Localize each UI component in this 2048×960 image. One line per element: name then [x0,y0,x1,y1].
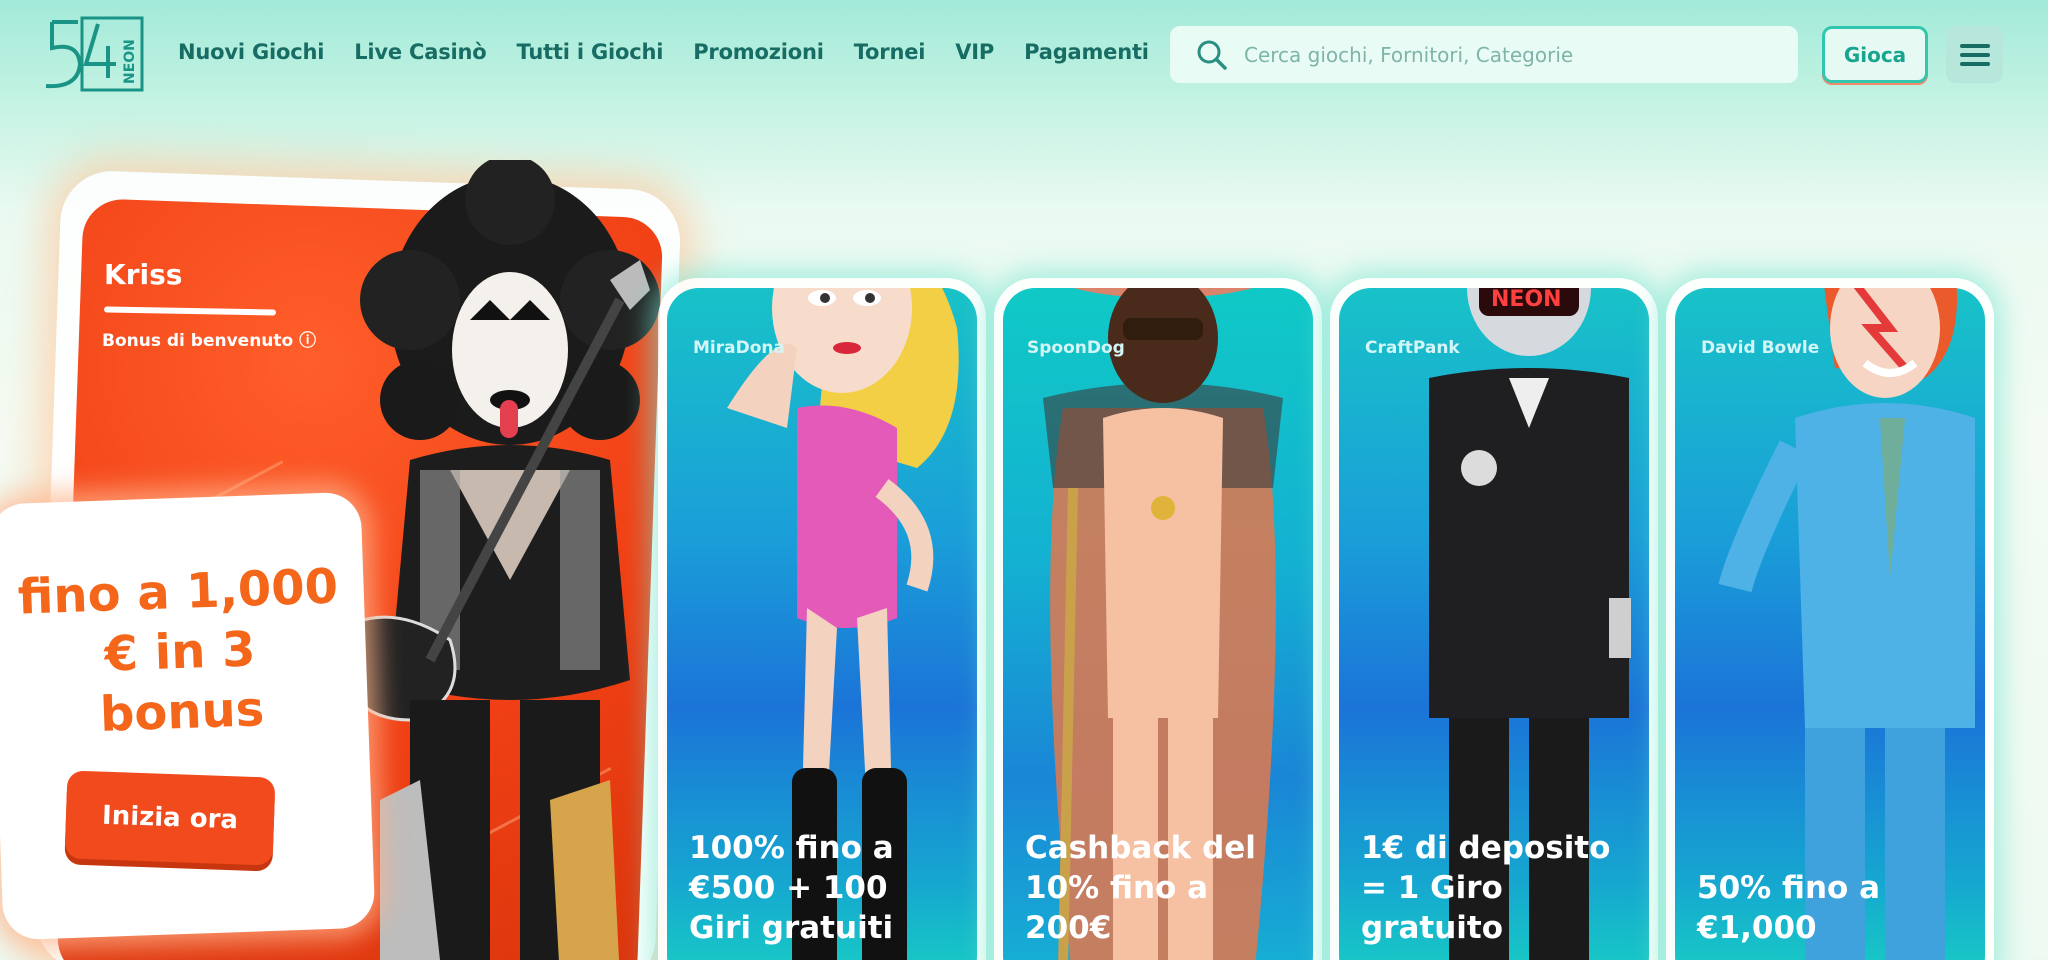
promo-offer-line: gratuito [1361,910,1504,946]
promo-card-spoondog[interactable]: SpoonDog Cashback del 10% fino a 200€ [1003,288,1313,960]
promo-card-offer: 50% fino a €1,000 [1697,868,1985,948]
promo-offer-line: 1€ di deposito [1361,830,1611,866]
site-header: NEON Nuovi Giochi Live Casinò Tutti i Gi… [0,0,2048,108]
promo-offer-line: 200€ [1025,910,1112,946]
welcome-offer-text: fino a 1,000 € in 3 bonus [7,556,353,748]
promo-card-name: David Bowle [1701,338,1820,358]
nav-live-casino[interactable]: Live Casinò [354,40,486,64]
glam-rock-character-illustration [1718,288,1975,960]
promo-offer-line: 50% fino a [1697,870,1881,906]
promo-card-name: CraftPank [1365,338,1460,358]
search-input[interactable] [1244,42,1784,67]
hamburger-icon [1959,43,1990,66]
nav-all-games[interactable]: Tutti i Giochi [517,40,664,64]
promo-offer-line: €500 + 100 [689,870,888,906]
promo-offer-line: = 1 Giro [1361,870,1503,906]
svg-text:NEON: NEON [1491,288,1562,312]
promo-offer-line: Giri gratuiti [689,910,894,946]
welcome-offer-line: fino a 1,000 [16,558,339,626]
play-button[interactable]: Gioca [1822,26,1928,83]
promo-offer-line: 10% fino a [1025,870,1209,906]
nav-tournaments[interactable]: Tornei [854,40,926,64]
promo-card-name: MiraDona [693,338,785,358]
promo-card-offer: Cashback del 10% fino a 200€ [1025,828,1313,948]
menu-button[interactable] [1946,26,2003,83]
promo-card-craftpank[interactable]: NEON CraftPank 1€ di deposito = 1 Giro g… [1339,288,1649,960]
promo-offer-line: €1,000 [1697,910,1817,946]
promo-card-miradona[interactable]: MiraDona 100% fino a €500 + 100 Giri gra… [667,288,977,960]
promo-card-name: SpoonDog [1027,338,1125,358]
promo-card-offer: 100% fino a €500 + 100 Giri gratuiti [689,828,977,948]
nav-payments[interactable]: Pagamenti [1024,40,1149,64]
main-nav: Nuovi Giochi Live Casinò Tutti i Giochi … [178,40,1149,64]
welcome-offer-line: bonus [99,681,266,743]
start-now-button[interactable]: Inizia ora [64,770,276,866]
promo-offer-line: Cashback del [1025,830,1256,866]
search-icon [1197,40,1227,70]
nav-vip[interactable]: VIP [955,40,994,64]
search-bar[interactable] [1170,26,1798,83]
nav-promotions[interactable]: Promozioni [693,40,824,64]
welcome-bonus-label[interactable]: Bonus di benvenuto ⓘ [102,326,316,351]
promo-offer-line: 100% fino a [689,830,894,866]
promo-card-offer: 1€ di deposito = 1 Giro gratuito [1361,828,1649,948]
nav-new-games[interactable]: Nuovi Giochi [178,40,324,64]
hero-character-name: Kriss [104,258,183,291]
site-logo[interactable]: NEON [38,16,144,92]
promo-card-david-bowle[interactable]: David Bowle 50% fino a €1,000 [1675,288,1985,960]
svg-text:NEON: NEON [122,39,138,84]
